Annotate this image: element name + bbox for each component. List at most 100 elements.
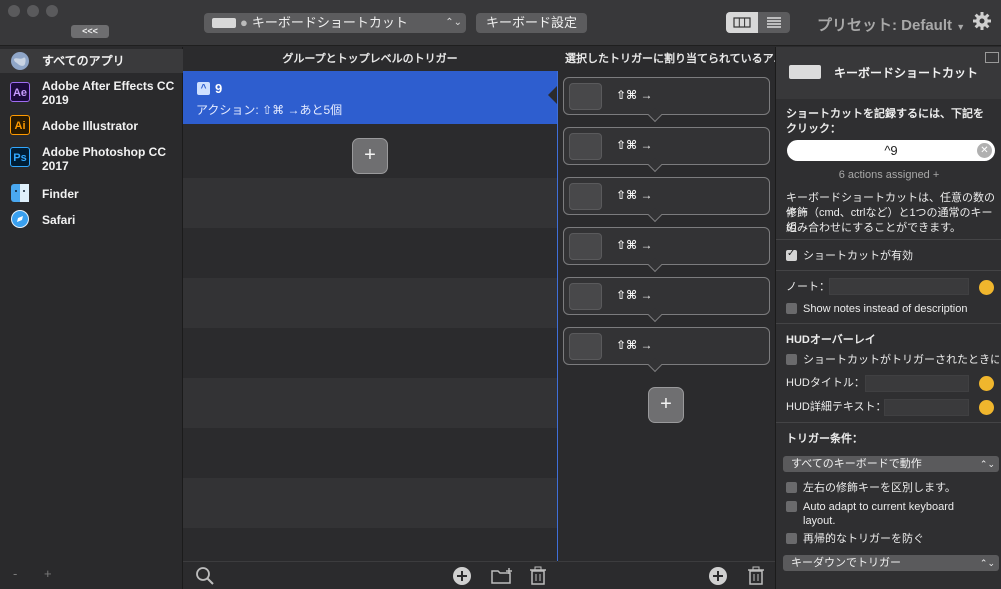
hud-title-input[interactable] bbox=[865, 375, 969, 392]
add-app-button[interactable]: + bbox=[44, 566, 52, 581]
hud-show-label: ショートカットがトリガーされたときに表 bbox=[803, 354, 999, 366]
control-key-icon: ^ bbox=[197, 82, 210, 95]
sidebar-item-label: Safari bbox=[42, 213, 76, 227]
gear-icon[interactable] bbox=[972, 11, 992, 31]
updown-chevron-icon: ⌃⌄ bbox=[979, 558, 995, 568]
auto-adapt-label-line2: layout. bbox=[803, 515, 836, 527]
photoshop-icon: Ps bbox=[10, 147, 30, 167]
emoji-icon[interactable] bbox=[979, 376, 994, 391]
new-folder-icon[interactable] bbox=[490, 566, 514, 586]
hud-section-title: HUDオーバーレイ bbox=[786, 334, 876, 346]
action-label: ⇧⌘ → bbox=[616, 338, 653, 352]
description-line3: 組み合わせにすることができます。 bbox=[786, 222, 962, 234]
action-icon bbox=[569, 233, 602, 260]
sidebar-item-label: Finder bbox=[42, 187, 79, 201]
trigger-type-label: キーボードショートカット bbox=[251, 15, 408, 30]
action-icon bbox=[569, 283, 602, 310]
show-notes-checkbox[interactable] bbox=[786, 303, 797, 314]
actions-list: ⇧⌘ → ⇧⌘ → ⇧⌘ → ⇧⌘ → ⇧⌘ → ⇧⌘ → + bbox=[557, 71, 775, 561]
action-item[interactable]: ⇧⌘ → bbox=[563, 227, 770, 265]
finder-icon bbox=[11, 184, 29, 202]
prevent-recursive-checkbox[interactable] bbox=[786, 533, 797, 544]
close-window-button[interactable] bbox=[8, 5, 20, 17]
keyboard-select-value: すべてのキーボードで動作 bbox=[791, 458, 922, 470]
dropdown-arrow-icon: ▼ bbox=[956, 22, 966, 32]
action-icon bbox=[569, 83, 602, 110]
add-circle-icon[interactable] bbox=[708, 566, 728, 586]
apps-sidebar: すべてのアプリ Ae Adobe After Effects CC 2019 A… bbox=[0, 47, 183, 589]
sidebar-item-photoshop[interactable]: Ps Adobe Photoshop CC 2017 bbox=[0, 143, 183, 175]
add-action-button[interactable]: + bbox=[648, 387, 684, 423]
shortcut-enabled-checkbox[interactable] bbox=[786, 248, 797, 261]
auto-adapt-label-line1: Auto adapt to current keyboard bbox=[803, 501, 955, 513]
updown-chevron-icon: ⌃⌄ bbox=[445, 17, 462, 28]
sidebar-item-label: Adobe Illustrator bbox=[42, 119, 139, 133]
trigger-subtitle: アクション: ⇧⌘ →あと5個 bbox=[196, 103, 343, 117]
note-input[interactable] bbox=[829, 278, 969, 295]
prevent-recursive-label: 再帰的なトリガーを防ぐ bbox=[803, 533, 924, 545]
action-item[interactable]: ⇧⌘ → bbox=[563, 77, 770, 115]
emoji-icon[interactable] bbox=[979, 280, 994, 295]
record-prompt-line2: クリック： bbox=[786, 123, 841, 135]
actions-assigned-link[interactable]: 6 actions assigned + bbox=[776, 168, 1001, 183]
auto-adapt-checkbox[interactable] bbox=[786, 501, 797, 512]
sidebar-item-all-apps[interactable]: すべてのアプリ bbox=[0, 49, 183, 73]
view-mode-toggle[interactable] bbox=[726, 12, 790, 33]
globe-icon bbox=[11, 52, 29, 70]
sidebar-item-label: すべてのアプリ bbox=[42, 54, 125, 68]
after-effects-icon: Ae bbox=[10, 82, 30, 102]
sidebar-item-safari[interactable]: Safari bbox=[0, 209, 183, 231]
trigger-on-select[interactable]: キーダウンでトリガー ⌃⌄ bbox=[783, 555, 999, 571]
collapse-sidebar-button[interactable]: <<< bbox=[71, 25, 109, 38]
groups-column-header: グループとトップレベルのトリガー bbox=[183, 47, 557, 71]
columns-icon bbox=[733, 17, 751, 28]
preset-selector[interactable]: プリセット: Default ▼ bbox=[817, 14, 965, 35]
hud-title-label: HUDタイトル： bbox=[786, 377, 865, 389]
emoji-icon[interactable] bbox=[979, 400, 994, 415]
trigger-row-selected[interactable]: ^ 9 アクション: ⇧⌘ →あと5個 bbox=[183, 71, 557, 124]
add-circle-icon[interactable] bbox=[452, 566, 472, 586]
trigger-name: 9 bbox=[215, 81, 223, 96]
action-item[interactable]: ⇧⌘ → bbox=[563, 327, 770, 365]
action-label: ⇧⌘ → bbox=[616, 188, 653, 202]
sidebar-item-label: Adobe After Effects CC 2019 bbox=[42, 79, 175, 107]
keyboard-select[interactable]: すべてのキーボードで動作 ⌃⌄ bbox=[783, 456, 999, 472]
hud-detail-input[interactable] bbox=[884, 399, 969, 416]
sidebar-item-illustrator[interactable]: Ai Adobe Illustrator bbox=[0, 115, 183, 137]
remove-app-button[interactable]: - bbox=[13, 566, 17, 581]
search-icon[interactable] bbox=[195, 566, 215, 586]
action-item[interactable]: ⇧⌘ → bbox=[563, 127, 770, 165]
updown-chevron-icon: ⌃⌄ bbox=[979, 459, 995, 469]
action-label: ⇧⌘ → bbox=[616, 288, 653, 302]
shortcut-enabled-label: ショートカットが有効 bbox=[803, 250, 913, 262]
shortcut-recorder-field[interactable]: ^9 ✕ bbox=[787, 140, 995, 161]
action-label: ⇧⌘ → bbox=[616, 138, 653, 152]
list-view-button[interactable] bbox=[758, 12, 790, 33]
minimize-window-button[interactable] bbox=[27, 5, 39, 17]
hud-show-checkbox[interactable] bbox=[786, 354, 797, 365]
column-view-button[interactable] bbox=[726, 12, 758, 33]
action-label: ⇧⌘ → bbox=[616, 238, 653, 252]
add-trigger-button[interactable]: + bbox=[352, 138, 388, 174]
clear-icon[interactable]: ✕ bbox=[977, 143, 992, 158]
sidebar-item-finder[interactable]: Finder bbox=[0, 183, 183, 205]
preset-label: プリセット: Default bbox=[817, 17, 953, 34]
sidebar-item-after-effects[interactable]: Ae Adobe After Effects CC 2019 bbox=[0, 77, 183, 109]
distinguish-lr-label: 左右の修飾キーを区別します。 bbox=[803, 482, 956, 494]
bullet-icon: ● bbox=[240, 15, 248, 30]
sidebar-item-label: Adobe Photoshop CC 2017 bbox=[42, 145, 166, 173]
shortcut-value: ^9 bbox=[884, 143, 898, 158]
keyboard-settings-button[interactable]: キーボード設定 bbox=[476, 13, 587, 33]
zoom-window-button[interactable] bbox=[46, 5, 58, 17]
distinguish-lr-checkbox[interactable] bbox=[786, 482, 797, 493]
detach-window-icon[interactable] bbox=[985, 52, 999, 63]
action-item[interactable]: ⇧⌘ → bbox=[563, 177, 770, 215]
actions-bottom-bar bbox=[558, 561, 775, 589]
action-icon bbox=[569, 183, 602, 210]
trash-icon[interactable] bbox=[746, 566, 766, 586]
trash-icon[interactable] bbox=[528, 566, 548, 586]
safari-icon bbox=[11, 210, 29, 228]
action-item[interactable]: ⇧⌘ → bbox=[563, 277, 770, 315]
triggers-list: ^ 9 アクション: ⇧⌘ →あと5個 + bbox=[183, 71, 557, 561]
trigger-type-select[interactable]: ● キーボードショートカット ⌃⌄ bbox=[204, 13, 466, 33]
